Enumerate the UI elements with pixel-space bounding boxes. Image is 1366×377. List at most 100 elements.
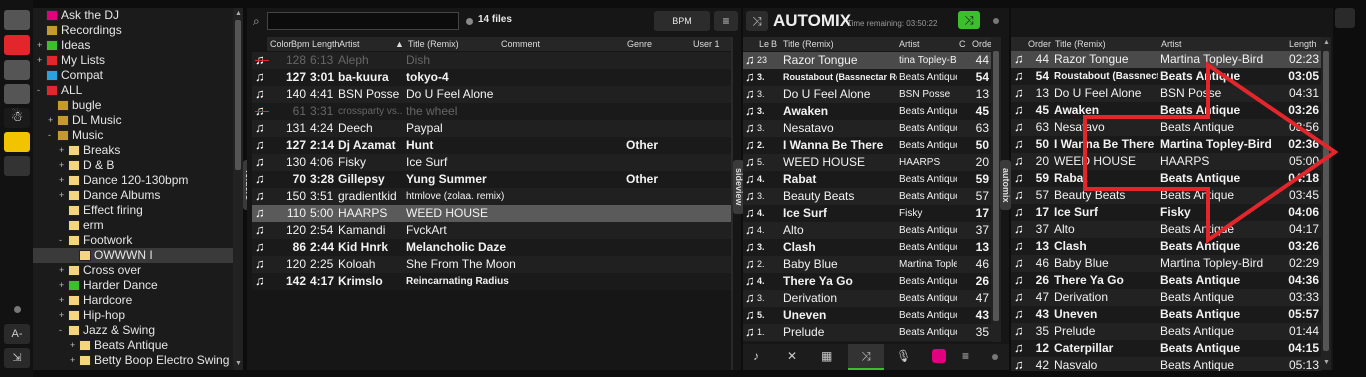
tree-item[interactable]: bugle [33,98,233,113]
automix-row[interactable]: ♫4. CaterpillarBeats Antique 12 [743,341,991,342]
browser-row[interactable]: ♫ 127 2:14 Dj Azamat Hunt Other [252,137,731,154]
tree-item[interactable]: + Ideas [33,38,233,53]
record-icon[interactable] [932,349,946,363]
zoom-row[interactable]: ♫ 43 Uneven Beats Antique 05:57 [1011,306,1321,323]
expand-icon[interactable]: + [59,158,64,173]
col-artist[interactable]: Artist [339,39,360,49]
dot-icon[interactable] [14,306,21,313]
automix-row[interactable]: ♫23 Razor Tongue tina Topley-Bird 44 [743,52,991,69]
expand-icon[interactable]: - [59,323,62,338]
tree-item[interactable]: - ALL [33,83,233,98]
tree-scrollbar[interactable]: ▲ ▼ [233,8,243,370]
browser-row[interactable]: ♫ 127 3:01 ba-kuura tokyo-4 [252,69,731,86]
expand-icon[interactable]: + [37,53,42,68]
automix-row[interactable]: ♫ 3. Roustabout (Bassnectar Re... Beats Ant… [743,69,991,86]
col-c[interactable]: C [959,39,966,49]
automix-row[interactable]: ♫ 3. Clash Beats Antique 13 [743,239,991,256]
browser-row[interactable]: ♫613:31crossparty vs...the wheel [252,103,731,120]
expand-icon[interactable]: - [59,233,62,248]
playlist-add-icon[interactable]: ♪ [753,349,759,363]
tree-item[interactable]: + DL Music [33,113,233,128]
tree-item[interactable]: + Breaks [33,143,233,158]
automix-dot-icon[interactable] [993,18,999,24]
tree-scroll-thumb[interactable] [235,20,241,170]
tree-item[interactable]: + Hardcore [33,293,233,308]
tree-item[interactable]: - Jazz & Swing [33,323,233,338]
expand-icon[interactable]: + [70,338,75,353]
tree-item[interactable]: Ask the DJ [33,8,233,23]
dancers-icon[interactable]: ☃ [4,108,30,128]
browser-row[interactable]: ♫ 142 4:17 Krimslo Reincarnating Radius [252,273,731,290]
tree-item[interactable]: OWWWN I [33,248,233,263]
browser-row[interactable]: ♫ 110 5:00 HAARPS WEED HOUSE [252,205,731,222]
export-icon[interactable]: ⇲ [4,348,30,368]
col-length[interactable]: Length [312,39,340,49]
expand-icon[interactable]: + [59,188,64,203]
zoom-row[interactable]: ♫ 42 Nasvalo Beats Antique 05:13 [1011,357,1321,371]
automix-row[interactable]: ♫2. Baby Blue Martina Topley... 46 [743,256,991,273]
automix-tab[interactable]: automix [1000,160,1011,210]
browser-row[interactable]: ♫ 150 3:51 gradientkid htmlove (zolaa. remix… [252,188,731,205]
automix-row[interactable]: ♫ 3. Nesatavo Beats Antique 63 [743,120,991,137]
search-input[interactable] [267,12,459,30]
expand-icon[interactable]: + [59,293,64,308]
automix-row[interactable]: ♫ 4. There Ya Go Beats Antique 26 [743,273,991,290]
zoom-row[interactable]: ♫ 26 There Ya Go Beats Antique 04:36 [1011,272,1321,289]
automix-scroll-thumb[interactable] [993,51,999,321]
browser-row[interactable]: ♫ 140 4:41 BSN Posse Do U Feel Alone [252,86,731,103]
mic-icon[interactable]: 🎙︎ [896,349,911,363]
expand-icon[interactable]: + [59,278,64,293]
browser-row[interactable]: ♫ 130 4:06 Fisky Ice Surf [252,154,731,171]
automix-row[interactable]: ♫ 4. Ice Surf Fisky 17 [743,205,991,222]
tree-item[interactable]: Compat [33,68,233,83]
browser-row[interactable]: ♫1286:13AlephDish [252,52,731,69]
bpm-button[interactable]: BPM [654,11,710,31]
send-icon[interactable]: ≡ [962,349,969,363]
automix-row[interactable]: ♫ 3. Do U Feel Alone BSN Posse 13 [743,86,991,103]
automix-row[interactable]: ♫ 3. Derivation Beats Antique 47 [743,290,991,307]
tree-item[interactable]: + Cross over [33,263,233,278]
zoom-col-order[interactable]: Order [1028,39,1051,49]
browser-row[interactable]: ♫ 120 2:25 Koloah She From The Moon [252,256,731,273]
zoom-row[interactable]: ♫ 46 Baby Blue Martina Topley-Bird 02:29 [1011,255,1321,272]
expand-icon[interactable]: + [59,173,64,188]
automix-row[interactable]: ♫ 5. Uneven Beats Antique 43 [743,307,991,324]
list-options-icon[interactable]: ≡ [714,11,738,31]
tree-item[interactable]: + Beats Antique [33,338,233,353]
col-color[interactable]: Color [270,39,292,49]
shuffle-icon[interactable]: ⤨ [746,11,768,31]
tree-item[interactable]: + D & B [33,158,233,173]
zoom-row[interactable]: ♫ 12 Caterpillar Beats Antique 04:15 [1011,340,1321,357]
expand-icon[interactable]: - [48,128,51,143]
zoom-col-length[interactable]: Length [1289,39,1317,49]
tree-item[interactable]: + Dance Albums [33,188,233,203]
tree-item[interactable]: + Hip-hop [33,308,233,323]
automix-row[interactable]: ♫ 2. I Wanna Be There Beats Antique 50 [743,137,991,154]
expand-icon[interactable]: + [59,308,64,323]
drive2-icon[interactable] [4,84,30,104]
browser-row[interactable]: ♫ 70 3:28 Gillepsy Yung Summer Other [252,171,731,188]
col-comment[interactable]: Comment [501,39,540,49]
automix-row[interactable]: ♫ 1. Prelude Beats Antique 35 [743,324,991,341]
zoom-col-artist[interactable]: Artist [1161,39,1182,49]
zoom-col-title[interactable]: Title (Remix) [1055,39,1106,49]
grid-icon[interactable]: ▦ [821,349,832,363]
automix-row[interactable]: ♫ 4. Rabat Beats Antique 59 [743,171,991,188]
add-device-icon[interactable] [4,10,30,30]
tree-item[interactable]: + Harder Dance [33,278,233,293]
automix-row[interactable]: ♫ 3. Beauty Beats Beats Antique 57 [743,188,991,205]
col-title-remix[interactable]: Title (Remix) [783,39,834,49]
col-user1[interactable]: User 1 [693,39,720,49]
zoom-row[interactable]: ♫ 35 Prelude Beats Antique 01:44 [1011,323,1321,340]
zoom-row[interactable]: ♫ 47 Derivation Beats Antique 03:33 [1011,289,1321,306]
font-size-icon[interactable]: A- [4,324,30,344]
col-genre[interactable]: Genre [627,39,652,49]
side-slot[interactable] [1335,8,1355,28]
expand-icon[interactable]: + [59,143,64,158]
tree-item[interactable]: + Dance 120-130bpm [33,173,233,188]
tree-item[interactable]: - Music [33,128,233,143]
drive-icon[interactable] [4,60,30,80]
fx-icon[interactable]: ✕ [787,349,797,363]
expand-icon[interactable]: + [59,263,64,278]
shuffle-tab-icon[interactable]: ⤨ [848,344,884,370]
